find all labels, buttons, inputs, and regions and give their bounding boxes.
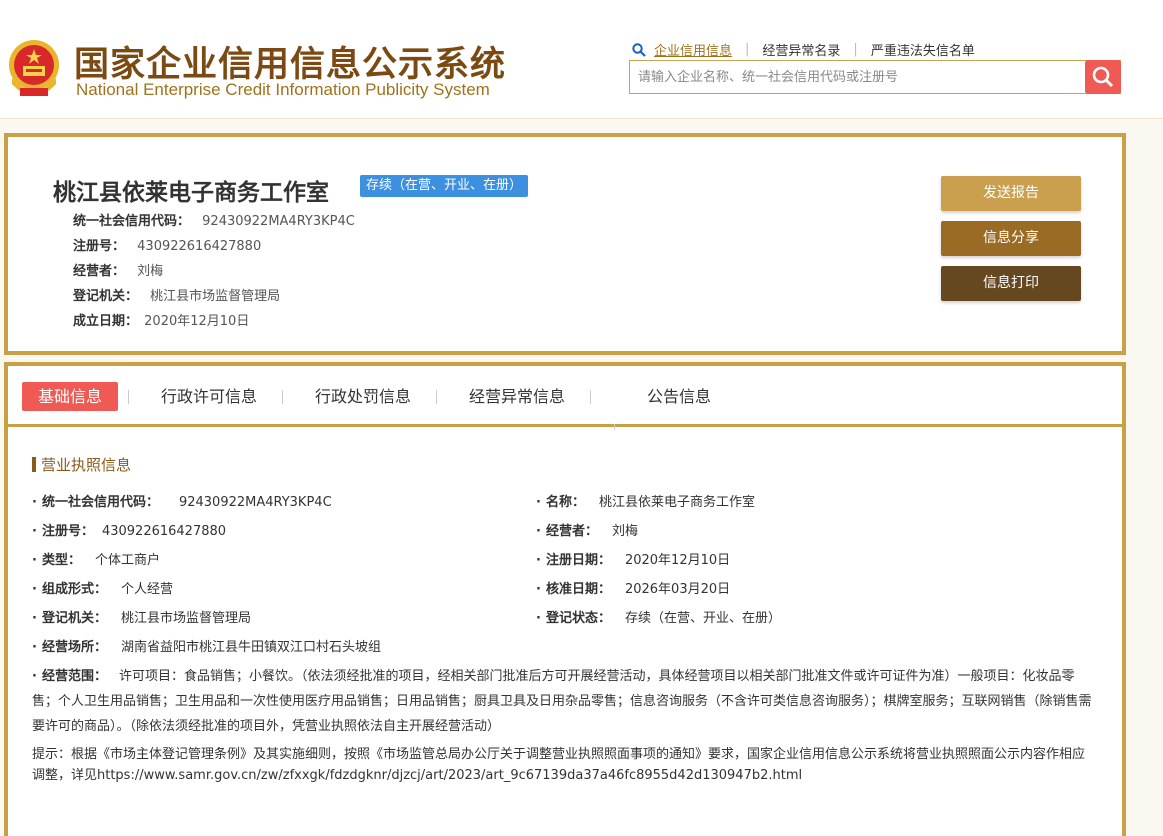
info-label: 统一社会信用代码： [73,214,191,229]
info-value: 桃江县市场监督管理局 [150,289,281,304]
info-value: 2020年12月10日 [144,314,250,329]
field-value: 桃江县市场监督管理局 [120,611,251,626]
search-input[interactable] [636,61,1080,93]
tab-divider-tick [614,424,615,430]
field-value: 存续（在营、开业、在册） [624,611,781,626]
info-label: 登记机关： [73,289,139,304]
national-emblem-icon [9,40,59,96]
search-box [629,60,1121,94]
share-info-button[interactable]: 信息分享 [941,221,1081,256]
field-operator: · 经营者： 刘梅 [536,524,638,539]
info-label: 经营者： [73,264,126,279]
license-notice: 提示：根据《市场主体登记管理条例》及其实施细则，按照《市场监管总局办公厅关于调整… [32,747,1086,783]
field-label: 注册号： [41,524,94,539]
field-label: 注册日期： [545,553,611,568]
field-value: 92430922MA4RY3KP4C [178,495,332,510]
field-value: 桃江县依莱电子商务工作室 [598,495,755,510]
field-label: 名称： [545,495,585,510]
field-credit-code: · 统一社会信用代码： 92430922MA4RY3KP4C [32,495,332,510]
field-label: 经营场所： [41,640,107,655]
print-info-button[interactable]: 信息打印 [941,266,1081,301]
field-label: 经营范围： [41,669,107,684]
info-label: 注册号： [73,239,126,254]
field-value: 个人经营 [120,582,173,597]
field-value: 刘梅 [611,524,638,539]
field-label: 经营者： [545,524,598,539]
field-label: 组成形式： [41,582,107,597]
tab-separator [436,390,437,404]
field-label: 统一社会信用代码： [41,495,159,510]
field-label: 登记机关： [41,611,107,626]
tab-admin-license[interactable]: 行政许可信息 [161,382,257,411]
tab-bar: 基础信息 行政许可信息 行政处罚信息 经营异常信息 公告信息 [8,366,1122,427]
info-reg-number: 注册号： 430922616427880 [73,235,261,254]
info-value: 430922616427880 [137,239,262,254]
search-icon [1092,66,1114,88]
info-registration-authority: 登记机关： 桃江县市场监督管理局 [73,285,280,304]
field-registration-status: · 登记状态： 存续（在营、开业、在册） [536,611,781,626]
field-approval-date: · 核准日期： 2026年03月20日 [536,582,731,597]
tab-separator [282,390,283,404]
field-label: 核准日期： [545,582,611,597]
field-name: · 名称： 桃江县依莱电子商务工作室 [536,495,755,510]
field-label: 登记状态： [545,611,611,626]
tab-separator [128,390,129,404]
field-value: 湖南省益阳市桃江县牛田镇双江口村石头坡组 [120,640,381,655]
field-registration-authority: · 登记机关： 桃江县市场监督管理局 [32,611,251,626]
send-report-button[interactable]: 发送报告 [941,176,1081,211]
info-label: 成立日期： [73,314,139,329]
nav-separator: | [745,42,750,57]
section-marker [32,457,36,472]
nav-separator: | [853,42,858,57]
field-label: 类型： [41,553,81,568]
tab-basic-info[interactable]: 基础信息 [22,382,119,411]
tab-abnormal-operation[interactable]: 经营异常信息 [469,382,565,411]
tab-separator [590,390,591,404]
field-composition: · 组成形式： 个人经营 [32,582,173,597]
company-summary-card: 桃江县依莱电子商务工作室 存续（在营、开业、在册） 统一社会信用代码： 9243… [4,133,1126,355]
field-value: 2026年03月20日 [624,582,731,597]
field-type: · 类型： 个体工商户 [32,553,160,568]
nav-blacklist-link[interactable]: 严重违法失信名单 [871,40,975,59]
info-credit-code: 统一社会信用代码： 92430922MA4RY3KP4C [73,210,355,229]
field-value: 430922616427880 [101,524,227,539]
section-title-text: 营业执照信息 [41,456,132,474]
field-registration-date: · 注册日期： 2020年12月10日 [536,553,731,568]
site-title-en: National Enterprise Credit Information P… [76,80,490,99]
field-reg-number: · 注册号： 430922616427880 [32,524,227,539]
search-button[interactable] [1085,60,1121,94]
section-title: 营业执照信息 [32,454,131,475]
tab-announcements[interactable]: 公告信息 [647,382,711,411]
nav-credit-info-link[interactable]: 企业信用信息 [654,40,732,59]
field-value: 个体工商户 [94,553,160,568]
site-header: 国家企业信用信息公示系统 National Enterprise Credit … [0,0,1163,119]
info-established-date: 成立日期： 2020年12月10日 [73,310,249,329]
search-icon [632,42,646,57]
info-operator: 经营者： 刘梅 [73,260,163,279]
info-value: 92430922MA4RY3KP4C [202,214,355,229]
company-name: 桃江县依莱电子商务工作室 [53,180,329,206]
top-nav: 企业信用信息 | 经营异常名录 | 严重违法失信名单 [632,40,975,59]
field-value: 2020年12月10日 [624,553,731,568]
field-value: 许可项目：食品销售；小餐饮。（依法须经批准的项目，经相关部门批准后方可开展经营活… [32,669,1092,734]
status-badge: 存续（在营、开业、在册） [360,175,529,197]
field-business-address: · 经营场所： 湖南省益阳市桃江县牛田镇双江口村石头坡组 [32,640,381,655]
tab-admin-penalty[interactable]: 行政处罚信息 [315,382,411,411]
nav-abnormal-list-link[interactable]: 经营异常名录 [762,40,840,59]
detail-panel: 基础信息 行政许可信息 行政处罚信息 经营异常信息 公告信息 营业执照信息 · 统… [4,362,1126,836]
info-value: 刘梅 [137,264,164,279]
field-business-scope: · 经营范围： 许可项目：食品销售；小餐饮。（依法须经批准的项目，经相关部门批准后方… [32,669,1092,734]
